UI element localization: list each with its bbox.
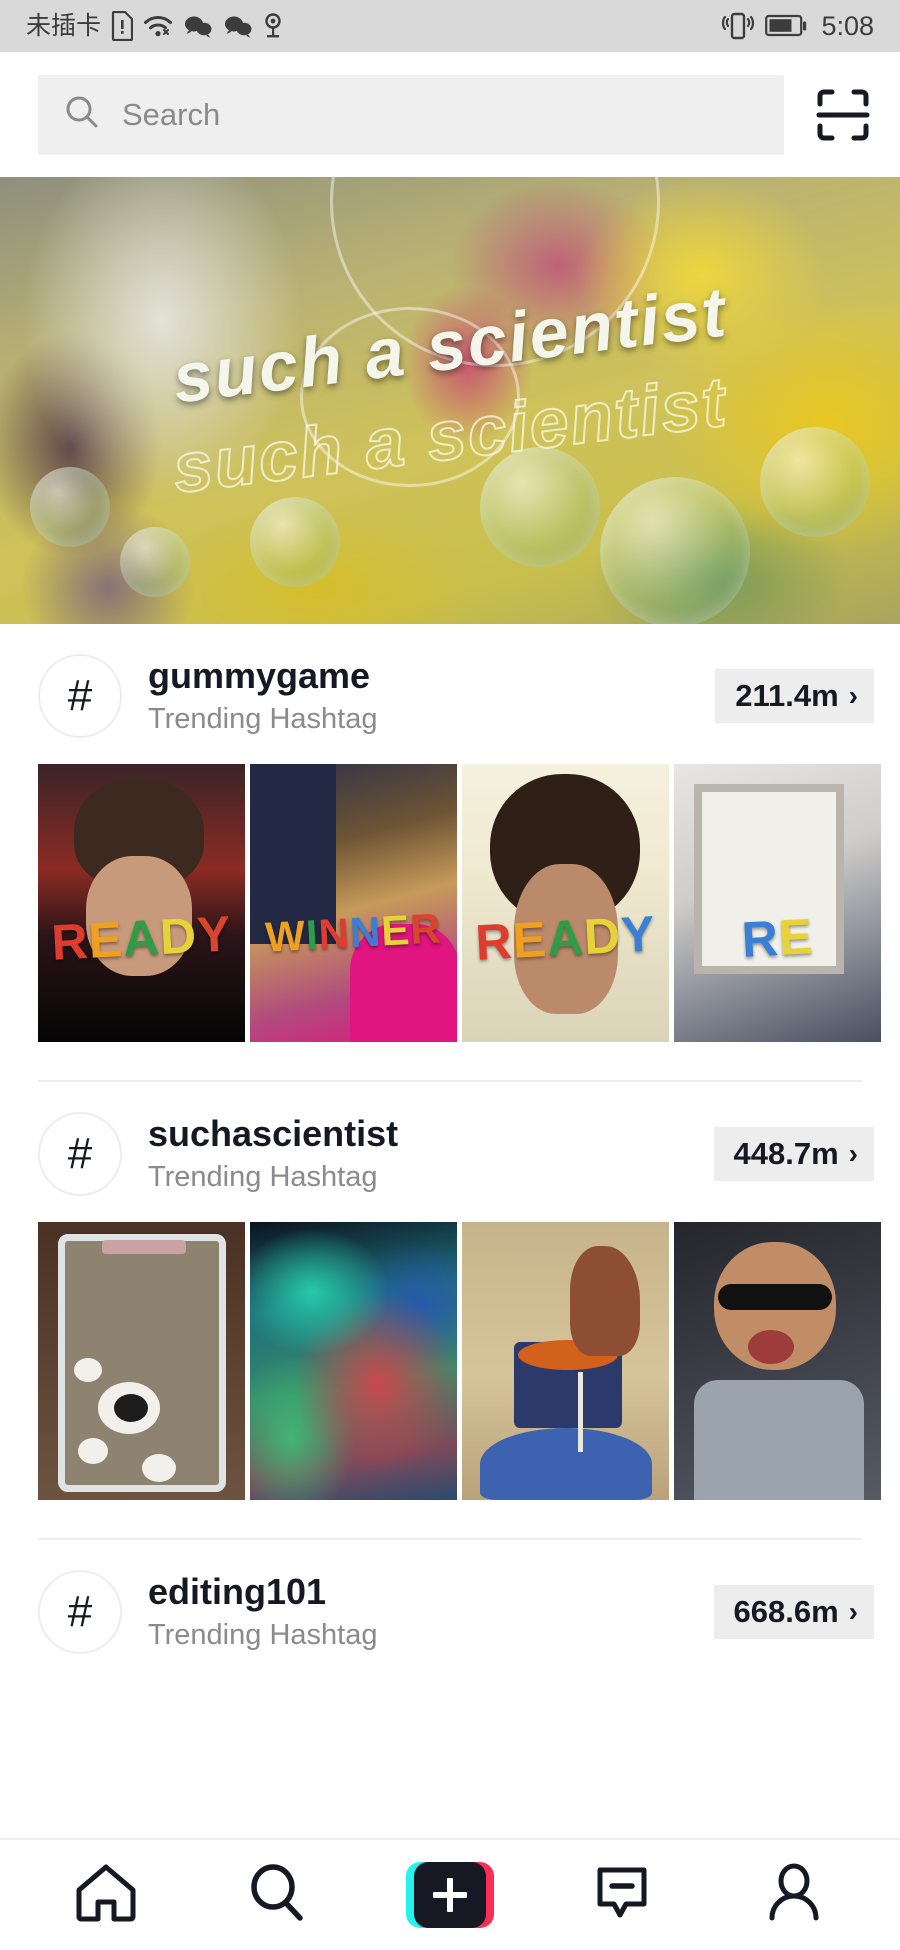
- thumbnail-overlay-text: READY: [474, 904, 657, 971]
- hash-icon: #: [38, 1570, 122, 1654]
- hashtag-section-editing101: # editing101 Trending Hashtag 668.6m ›: [0, 1540, 900, 1680]
- nav-home[interactable]: [46, 1850, 166, 1940]
- qr-scan-icon[interactable]: [812, 84, 874, 146]
- hashtag-section-suchascientist: # suchascientist Trending Hashtag 448.7m…: [0, 1082, 900, 1540]
- status-bar: 未插卡 5:08: [0, 0, 900, 52]
- hashtag-section-gummygame: # gummygame Trending Hashtag 211.4m › RE…: [0, 624, 900, 1082]
- hashtag-view-count-badge[interactable]: 668.6m ›: [713, 1585, 874, 1639]
- hashtag-count-label: 668.6m: [733, 1594, 839, 1629]
- hashtag-name: editing101: [148, 1571, 327, 1613]
- hashtag-subtitle: Trending Hashtag: [148, 702, 378, 735]
- video-thumbnail[interactable]: [674, 1222, 881, 1500]
- sim-alert-icon: [111, 11, 134, 41]
- bubble: [250, 497, 340, 587]
- status-bar-left: 未插卡: [26, 11, 721, 41]
- bubble: [600, 477, 750, 624]
- location-pin-icon: [263, 12, 283, 40]
- wechat-icon: [223, 13, 253, 39]
- message-icon: [592, 1862, 652, 1929]
- status-bar-right: 5:08: [721, 11, 874, 41]
- thumbnail-overlay-text: READY: [50, 904, 233, 971]
- thumbnail-overlay-text: RE: [740, 907, 815, 968]
- nav-profile[interactable]: [734, 1850, 854, 1940]
- search-input[interactable]: Search: [38, 74, 784, 155]
- video-thumbnail[interactable]: [462, 1222, 669, 1500]
- carrier-label: 未插卡: [26, 11, 102, 40]
- hashtag-count-label: 448.7m: [733, 1136, 839, 1171]
- hashtag-name: suchascientist: [148, 1113, 399, 1155]
- nav-discover[interactable]: [218, 1850, 338, 1940]
- hashtag-thumbnail-row[interactable]: [0, 1222, 900, 1500]
- nav-inbox[interactable]: [562, 1850, 682, 1940]
- plus-icon: [414, 1862, 486, 1928]
- hashtag-view-count-badge[interactable]: 448.7m ›: [713, 1127, 874, 1181]
- hashtag-header[interactable]: # suchascientist Trending Hashtag 448.7m…: [0, 1082, 900, 1222]
- search-icon: [64, 94, 100, 135]
- hash-icon: #: [38, 1112, 122, 1196]
- video-thumbnail[interactable]: [250, 1222, 457, 1500]
- hashtag-header[interactable]: # editing101 Trending Hashtag 668.6m ›: [0, 1540, 900, 1680]
- chevron-right-icon: ›: [848, 1596, 858, 1627]
- hashtag-text-block: gummygame Trending Hashtag: [148, 656, 689, 735]
- hashtag-header[interactable]: # gummygame Trending Hashtag 211.4m ›: [0, 624, 900, 764]
- video-thumbnail[interactable]: WINNER: [250, 764, 457, 1042]
- video-thumbnail[interactable]: [38, 1222, 245, 1500]
- person-icon: [765, 1862, 823, 1929]
- hashtag-text-block: suchascientist Trending Hashtag: [148, 1114, 688, 1193]
- wifi-icon: [143, 13, 173, 39]
- hashtag-subtitle: Trending Hashtag: [148, 1618, 378, 1651]
- hashtag-subtitle: Trending Hashtag: [148, 1160, 378, 1193]
- hashtag-text-block: editing101 Trending Hashtag: [148, 1572, 688, 1651]
- chevron-right-icon: ›: [848, 1138, 858, 1169]
- battery-icon: [765, 13, 807, 39]
- create-button[interactable]: [406, 1862, 494, 1928]
- chevron-right-icon: ›: [848, 680, 858, 711]
- video-thumbnail[interactable]: READY: [462, 764, 669, 1042]
- home-icon: [73, 1862, 139, 1929]
- search-icon: [247, 1862, 309, 1929]
- hashtag-name: gummygame: [148, 655, 371, 697]
- video-thumbnail[interactable]: RE: [674, 764, 881, 1042]
- hashtag-view-count-badge[interactable]: 211.4m ›: [715, 669, 874, 723]
- hashtag-thumbnail-row[interactable]: READY WINNER READY RE: [0, 764, 900, 1042]
- clock-label: 5:08: [821, 10, 874, 41]
- hashtag-count-label: 211.4m: [735, 678, 839, 713]
- bottom-navigation-bar: [0, 1838, 900, 1950]
- video-thumbnail[interactable]: READY: [38, 764, 245, 1042]
- search-placeholder-text: Search: [122, 96, 221, 132]
- bubble: [120, 527, 190, 597]
- featured-banner[interactable]: such a scientist such a scientist: [0, 177, 900, 624]
- hash-icon: #: [38, 654, 122, 738]
- wechat-icon: [183, 13, 213, 39]
- nav-create[interactable]: [390, 1850, 510, 1940]
- vibrate-icon: [721, 11, 755, 41]
- search-header: Search: [0, 52, 900, 177]
- bubble: [760, 427, 870, 537]
